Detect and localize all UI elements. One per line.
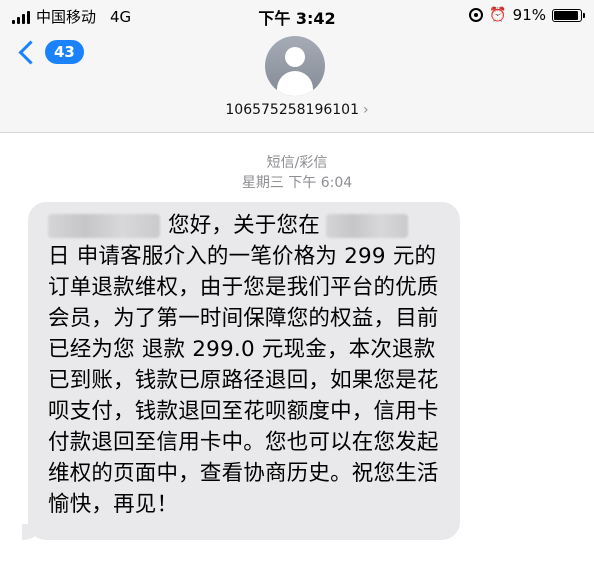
battery-fill <box>554 10 578 20</box>
chevron-left-icon <box>18 39 43 65</box>
contact-avatar[interactable] <box>265 36 325 96</box>
back-button[interactable]: 43 <box>16 39 84 65</box>
avatar-person-icon <box>285 47 305 67</box>
redacted-name-block <box>48 214 160 238</box>
message-type-label: 短信/彩信 <box>266 155 328 171</box>
message-text-part2: 日 申请客服介入的一笔价格为 299 元的订单退款维权，由于您是我们平台的优质会… <box>48 244 439 517</box>
status-right: ⏰ 91% <box>469 6 585 24</box>
chevron-right-icon: › <box>363 102 369 118</box>
conversation-header: 43 106575258196101 › <box>0 30 594 133</box>
avatar-person-body <box>277 71 313 96</box>
contact-number: 106575258196101 <box>225 102 359 118</box>
unread-count-badge: 43 <box>45 40 84 64</box>
message-timestamp: 星期三 下午 6:04 <box>241 175 353 191</box>
contact-info-link[interactable]: 106575258196101 › <box>0 102 594 118</box>
message-bubble[interactable]: 您好，关于您在日 申请客服介入的一笔价格为 299 元的订单退款维权，由于您是我… <box>22 202 460 540</box>
battery-icon <box>552 8 585 22</box>
orientation-lock-icon <box>469 8 484 22</box>
battery-percent: 91% <box>512 6 546 24</box>
alarm-icon: ⏰ <box>489 7 507 23</box>
status-bar: 中国移动 4G 下午 3:42 ⏰ 91% <box>0 0 594 30</box>
message-text-part1: 您好，关于您在 <box>168 213 320 238</box>
redacted-date-block <box>325 214 408 238</box>
